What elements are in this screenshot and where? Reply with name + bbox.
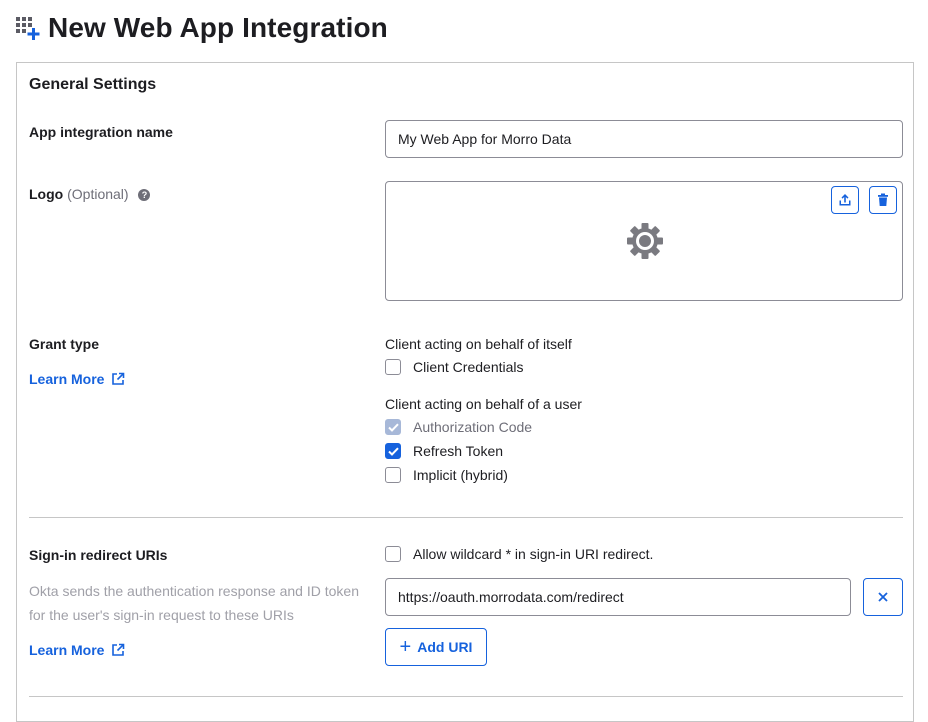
implicit-label: Implicit (hybrid) bbox=[413, 467, 508, 483]
help-icon[interactable]: ? bbox=[138, 189, 151, 201]
logo-label-text: Logo bbox=[29, 186, 64, 202]
plus-icon: + bbox=[399, 636, 412, 658]
authorization-code-label: Authorization Code bbox=[413, 419, 533, 435]
refresh-token-checkbox[interactable] bbox=[385, 443, 401, 459]
grant-type-label: Grant type bbox=[29, 336, 100, 352]
client-credentials-checkbox[interactable] bbox=[385, 359, 401, 375]
learn-more-text: Learn More bbox=[29, 642, 105, 658]
section-divider bbox=[29, 517, 903, 518]
add-app-grid-icon bbox=[16, 15, 42, 41]
authorization-code-checkbox bbox=[385, 419, 401, 435]
add-uri-label: Add URI bbox=[417, 639, 473, 655]
allow-wildcard-checkbox[interactable] bbox=[385, 546, 401, 562]
implicit-checkbox[interactable] bbox=[385, 467, 401, 483]
section-divider bbox=[29, 696, 903, 697]
logo-label: Logo (Optional) ? bbox=[29, 186, 151, 202]
grant-type-learn-more-link[interactable]: Learn More bbox=[29, 371, 125, 387]
page-title: New Web App Integration bbox=[48, 12, 388, 43]
allow-wildcard-option[interactable]: Allow wildcard * in sign-in URI redirect… bbox=[385, 546, 653, 562]
external-link-icon bbox=[112, 372, 125, 385]
redirect-uris-description: Okta sends the authentication response a… bbox=[29, 583, 359, 623]
refresh-token-option[interactable]: Refresh Token bbox=[385, 443, 503, 459]
panel-title: General Settings bbox=[29, 76, 157, 93]
redirect-uris-label: Sign-in redirect URIs bbox=[29, 547, 168, 563]
app-name-label: App integration name bbox=[29, 124, 173, 140]
upload-icon bbox=[839, 194, 851, 206]
client-credentials-option[interactable]: Client Credentials bbox=[385, 359, 524, 375]
app-name-input[interactable]: My Web App for Morro Data bbox=[385, 120, 903, 158]
authorization-code-option: Authorization Code bbox=[385, 419, 532, 435]
delete-logo-button[interactable] bbox=[869, 186, 897, 214]
redirect-learn-more-link[interactable]: Learn More bbox=[29, 642, 125, 658]
gear-icon bbox=[626, 222, 664, 260]
grant-group-self-title: Client acting on behalf of itself bbox=[385, 336, 572, 352]
external-link-icon bbox=[112, 643, 125, 656]
page-header: New Web App Integration bbox=[16, 10, 388, 46]
implicit-option[interactable]: Implicit (hybrid) bbox=[385, 467, 508, 483]
logo-upload-area[interactable] bbox=[385, 181, 903, 301]
client-credentials-label: Client Credentials bbox=[413, 359, 524, 375]
redirect-uri-input[interactable]: https://oauth.morrodata.com/redirect bbox=[385, 578, 851, 616]
general-settings-panel: General Settings App integration name My… bbox=[16, 62, 914, 722]
logo-optional-text: (Optional) bbox=[67, 186, 129, 202]
refresh-token-label: Refresh Token bbox=[413, 443, 504, 459]
add-uri-button[interactable]: + Add URI bbox=[385, 628, 487, 666]
allow-wildcard-label: Allow wildcard * in sign-in URI redirect… bbox=[413, 546, 654, 562]
grant-group-user-title: Client acting on behalf of a user bbox=[385, 396, 582, 412]
trash-icon bbox=[878, 193, 888, 206]
learn-more-text: Learn More bbox=[29, 371, 105, 387]
remove-uri-button[interactable] bbox=[863, 578, 903, 616]
close-icon bbox=[878, 592, 888, 602]
upload-logo-button[interactable] bbox=[831, 186, 859, 214]
